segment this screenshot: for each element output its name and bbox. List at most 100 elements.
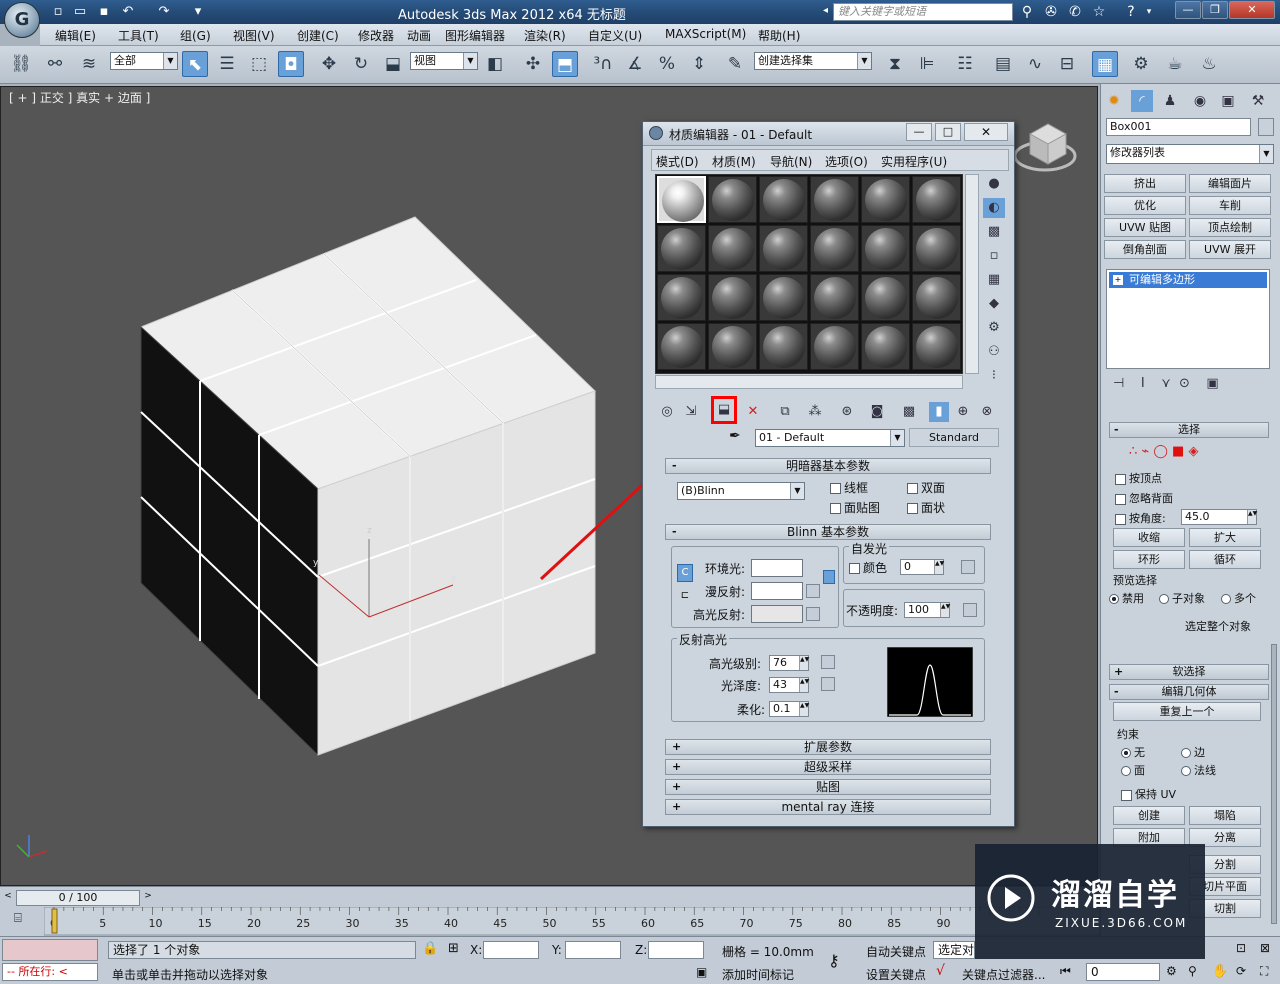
pivot-center-icon[interactable]: ◧: [482, 51, 508, 77]
time-slider[interactable]: 0 / 100: [16, 890, 140, 906]
create-tab-icon[interactable]: ✹: [1103, 90, 1125, 112]
zoom-extents-all-icon[interactable]: ⊠: [1260, 941, 1270, 955]
select-and-link-icon[interactable]: ⛓: [8, 51, 34, 77]
help-icon[interactable]: ?: [1122, 4, 1140, 20]
select-object-icon[interactable]: ⬉: [182, 51, 208, 77]
ignore-backfacing-checkbox[interactable]: 忽略背面: [1115, 490, 1173, 506]
lock-ambient-map-icon[interactable]: [823, 570, 835, 584]
material-sample-slot[interactable]: [657, 274, 706, 321]
subscription-icon[interactable]: ✇: [1042, 4, 1060, 20]
favorites-star-icon[interactable]: ☆: [1090, 4, 1108, 20]
material-sample-slot[interactable]: [861, 176, 910, 223]
material-sample-slot[interactable]: [657, 176, 706, 223]
auto-key-button[interactable]: 自动关键点: [866, 943, 926, 960]
slots-vertical-scrollbar[interactable]: [965, 174, 979, 374]
wire-checkbox[interactable]: 线框: [830, 479, 868, 496]
grow-button[interactable]: 扩大: [1189, 528, 1261, 547]
menu-rendering[interactable]: 渲染(R): [524, 27, 566, 44]
maximize-viewport-icon[interactable]: ⛶: [1260, 964, 1268, 979]
graphite-tools-icon[interactable]: ▤: [990, 51, 1016, 77]
close-button[interactable]: ✕: [1229, 1, 1275, 19]
modifier-list-dropdown[interactable]: 修改器列表 ▼: [1106, 144, 1274, 164]
diffuse-map-button[interactable]: [806, 584, 820, 598]
opacity-map-button[interactable]: [963, 603, 977, 617]
copy-material-icon[interactable]: ⧉: [775, 402, 795, 422]
mod-uvw-map-button[interactable]: UVW 贴图: [1104, 218, 1186, 237]
me-menu-mode[interactable]: 模式(D): [656, 153, 699, 170]
diffuse-color-swatch[interactable]: [751, 582, 803, 600]
minimize-button[interactable]: —: [1175, 1, 1201, 19]
mirror-icon[interactable]: ⧗: [882, 51, 908, 77]
material-editor-titlebar[interactable]: 材质编辑器 - 01 - Default — □ ✕: [643, 122, 1014, 146]
new-file-icon[interactable]: ▫: [50, 4, 66, 20]
menu-help[interactable]: 帮助(H): [758, 27, 800, 44]
snaps-toggle-icon[interactable]: ³∩: [590, 51, 616, 77]
spinner-snap-icon[interactable]: ⇕: [686, 51, 712, 77]
maxscript-listener-mini[interactable]: [2, 939, 98, 961]
material-id-channel-icon[interactable]: ◙: [867, 402, 887, 422]
face-map-checkbox[interactable]: 面贴图: [830, 499, 880, 516]
add-time-tag[interactable]: 添加时间标记: [722, 966, 794, 983]
material-sample-slot[interactable]: [912, 274, 961, 321]
show-map-in-viewport-icon[interactable]: ▩: [899, 402, 919, 422]
preview-disabled-radio[interactable]: 禁用: [1109, 590, 1144, 606]
percent-snap-icon[interactable]: %: [654, 51, 680, 77]
ambient-color-swatch[interactable]: [751, 559, 803, 577]
material-map-navigator-icon[interactable]: ⁝: [983, 366, 1005, 386]
mod-unwrap-uvw-button[interactable]: UVW 展开: [1189, 240, 1271, 259]
angle-spinner[interactable]: 45.0 ▲▼: [1181, 509, 1257, 525]
zoom-icon[interactable]: ⚲: [1188, 964, 1197, 978]
search-input[interactable]: 键入关键字或短语: [833, 3, 1013, 21]
preview-subobject-radio[interactable]: 子对象: [1159, 590, 1205, 606]
reference-coordinate-dropdown[interactable]: 视图 ▼: [410, 52, 478, 70]
curve-editor-icon[interactable]: ∿: [1022, 51, 1048, 77]
viewcube-icon[interactable]: [1012, 120, 1078, 176]
rollout-extended-params[interactable]: + 扩展参数: [665, 739, 991, 755]
specular-level-spinner[interactable]: 76 ▲▼: [769, 655, 809, 671]
ring-button[interactable]: 环形: [1113, 550, 1185, 569]
angle-snap-icon[interactable]: ∡: [622, 51, 648, 77]
named-selection-dropdown[interactable]: 创建选择集 ▼: [754, 52, 872, 70]
collapse-button[interactable]: 塌陷: [1189, 806, 1261, 825]
reset-map-icon[interactable]: ✕: [743, 402, 763, 422]
material-sample-slot[interactable]: [759, 323, 808, 370]
schematic-view-icon[interactable]: ⊟: [1054, 51, 1080, 77]
open-file-icon[interactable]: ▭: [72, 4, 88, 20]
material-sample-slot[interactable]: [861, 323, 910, 370]
shader-type-dropdown[interactable]: (B)Blinn ▼: [677, 482, 805, 500]
select-and-manipulate-icon[interactable]: ✣: [520, 51, 546, 77]
selected-set-dropdown[interactable]: 选定对: [933, 941, 975, 959]
backlight-icon[interactable]: ◐: [983, 198, 1005, 218]
sample-uv-tiling-icon[interactable]: ▫: [983, 246, 1005, 266]
specular-color-swatch[interactable]: [751, 605, 803, 623]
rollout-supersampling[interactable]: + 超级采样: [665, 759, 991, 775]
key-filters-button[interactable]: 关键点过滤器...: [962, 966, 1045, 983]
orbit-icon[interactable]: ⟳: [1236, 964, 1246, 978]
x-coordinate-field[interactable]: [483, 941, 539, 959]
rectangular-selection-icon[interactable]: ⬚: [246, 51, 272, 77]
loop-button[interactable]: 循环: [1189, 550, 1261, 569]
material-editor-window[interactable]: 材质编辑器 - 01 - Default — □ ✕ 模式(D) 材质(M) 导…: [642, 121, 1015, 827]
stack-tools-icons[interactable]: ⊣ Ⅰ ⋎ ⊙ ▣: [1113, 376, 1219, 391]
make-preview-icon[interactable]: ◆: [983, 294, 1005, 314]
rollout-soft-selection[interactable]: + 软选择: [1109, 664, 1269, 680]
align-icon[interactable]: ⊫: [914, 51, 940, 77]
glossiness-map-button[interactable]: [821, 677, 835, 691]
material-sample-slot[interactable]: [759, 176, 808, 223]
eyedropper-icon[interactable]: ✒: [729, 428, 741, 444]
preserve-uv-checkbox[interactable]: 保持 UV: [1121, 786, 1176, 802]
material-sample-slot[interactable]: [810, 274, 859, 321]
absolute-mode-icon[interactable]: ⊞: [448, 941, 459, 956]
hierarchy-tab-icon[interactable]: ♟: [1159, 90, 1181, 112]
layer-manager-icon[interactable]: ☷: [952, 51, 978, 77]
lock-ambient-diffuse-icon[interactable]: C: [677, 564, 693, 582]
me-menu-navigation[interactable]: 导航(N): [770, 153, 812, 170]
material-sample-slot[interactable]: [708, 274, 757, 321]
background-checker-icon[interactable]: ▩: [983, 222, 1005, 242]
maximize-button[interactable]: ❐: [1202, 1, 1228, 19]
material-sample-slot[interactable]: [810, 176, 859, 223]
set-key-icon[interactable]: ⚷: [828, 951, 840, 970]
material-sample-slot[interactable]: [759, 225, 808, 272]
select-and-rotate-icon[interactable]: ↻: [348, 51, 374, 77]
unlink-icon[interactable]: ⚯: [42, 51, 68, 77]
